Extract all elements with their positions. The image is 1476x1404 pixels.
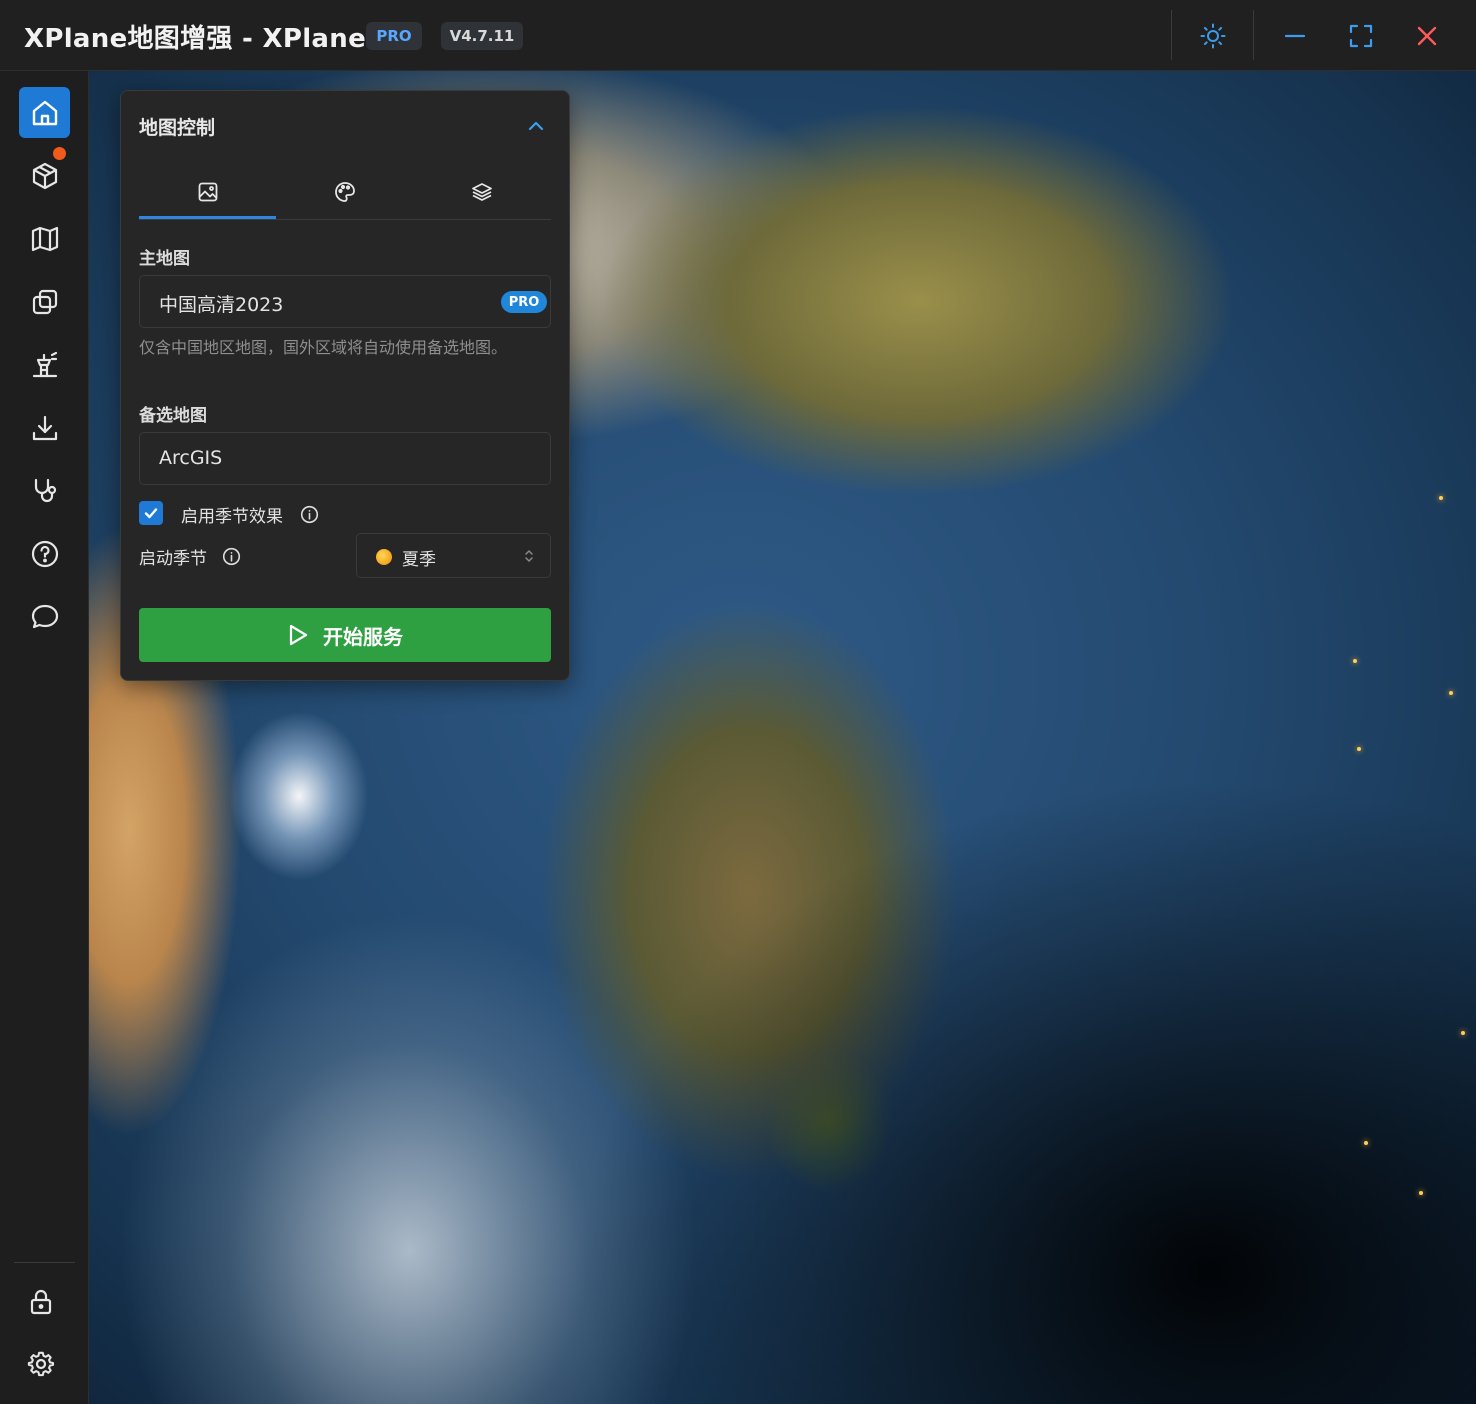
main-map-select[interactable]: 中国高清2023 PRO [139, 275, 551, 328]
lock-icon [27, 1288, 55, 1316]
info-icon[interactable] [299, 504, 319, 524]
tab-style[interactable] [276, 165, 413, 218]
chevron-up-icon [526, 116, 546, 136]
sidebar-item-layers[interactable] [19, 276, 70, 327]
season-effect-checkbox[interactable] [139, 501, 163, 525]
checkmark-icon [143, 505, 159, 521]
info-icon[interactable] [221, 546, 241, 566]
box-icon [30, 161, 60, 191]
title-bar: XPlane地图增强 - XPlane PRO V4.7.11 [0, 0, 1476, 71]
edition-badge: PRO [366, 22, 422, 50]
sidebar-item-settings[interactable] [15, 1338, 66, 1389]
sidebar-item-help[interactable] [19, 528, 70, 579]
image-icon [197, 181, 219, 203]
start-service-label: 开始服务 [323, 624, 403, 649]
sidebar-divider [14, 1262, 75, 1263]
help-icon [30, 539, 60, 569]
main-map-hint: 仅含中国地区地图，国外区域将自动使用备选地图。 [139, 338, 508, 357]
season-effect-label: 启用季节效果 [181, 507, 283, 527]
start-season-select[interactable]: 夏季 [356, 533, 551, 578]
city-light [1364, 1141, 1368, 1145]
download-icon [30, 413, 60, 443]
titlebar-divider [1253, 10, 1254, 60]
tower-icon [30, 350, 60, 380]
sidebar-item-airport[interactable] [19, 339, 70, 390]
main-map-label: 主地图 [139, 249, 190, 269]
updown-icon [523, 547, 535, 565]
sidebar-item-home[interactable] [19, 87, 70, 138]
gear-icon [27, 1350, 55, 1378]
summer-icon [376, 549, 392, 565]
play-icon [287, 623, 309, 647]
version-badge: V4.7.11 [441, 22, 523, 50]
sidebar-item-packages[interactable] [19, 147, 70, 201]
sun-icon [1200, 23, 1226, 49]
city-light [1419, 1191, 1423, 1195]
backup-map-value: ArcGIS [159, 447, 223, 469]
start-season-value: 夏季 [402, 550, 436, 570]
layers-icon [471, 181, 493, 203]
theme-toggle-button[interactable] [1191, 14, 1235, 58]
city-light [1461, 1031, 1465, 1035]
sidebar-item-feedback[interactable] [19, 591, 70, 642]
panel-tabs [139, 165, 551, 220]
collapse-button[interactable] [521, 111, 551, 141]
notification-dot [53, 147, 66, 160]
backup-map-select[interactable]: ArcGIS [139, 432, 551, 485]
city-light [1449, 691, 1453, 695]
sidebar-item-map[interactable] [19, 213, 70, 264]
city-light [1353, 659, 1357, 663]
sun-glare [229, 711, 369, 881]
main-map-value: 中国高清2023 [159, 294, 284, 316]
map-icon [30, 224, 60, 254]
sidebar-item-download[interactable] [19, 402, 70, 453]
close-button[interactable] [1405, 14, 1449, 58]
start-service-button[interactable]: 开始服务 [139, 608, 551, 662]
start-season-label: 启动季节 [139, 549, 207, 569]
titlebar-divider [1171, 10, 1172, 60]
city-light [1439, 496, 1443, 500]
tab-map-source[interactable] [139, 165, 276, 219]
close-icon [1415, 24, 1439, 48]
stethoscope-icon [30, 476, 60, 506]
fullscreen-button[interactable] [1339, 14, 1383, 58]
fullscreen-icon [1348, 23, 1374, 49]
sidebar-item-lock[interactable] [15, 1276, 66, 1327]
city-light [1357, 747, 1361, 751]
copy-icon [30, 287, 60, 317]
panel-title: 地图控制 [139, 117, 216, 139]
backup-map-label: 备选地图 [139, 406, 207, 426]
map-control-panel: 地图控制 主地图 中国高清2023 PRO 仅含中国地区地图，国外区域将自动使用… [120, 90, 570, 681]
palette-icon [334, 181, 356, 203]
sidebar-item-diagnostics[interactable] [19, 465, 70, 516]
chat-icon [30, 602, 60, 632]
sidebar [0, 71, 89, 1404]
app-title: XPlane地图增强 - XPlane [24, 24, 366, 54]
minimize-icon [1283, 24, 1307, 48]
tab-layers[interactable] [413, 165, 550, 218]
pro-badge: PRO [501, 291, 547, 313]
home-icon [30, 98, 60, 128]
minimize-button[interactable] [1273, 14, 1317, 58]
